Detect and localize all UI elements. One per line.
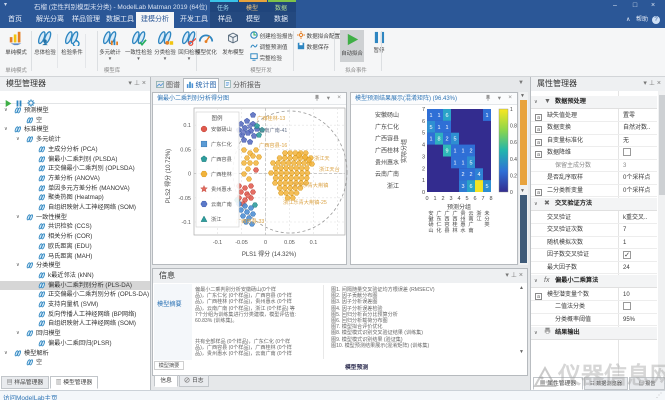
svg-text:4: 4 (477, 172, 480, 178)
svg-text:1: 1 (453, 149, 456, 155)
svg-text:云南广南: 云南广南 (375, 170, 399, 178)
svg-text:安徽砀山: 安徽砀山 (211, 125, 232, 133)
svg-text:0: 0 (264, 240, 267, 246)
svg-text:实际分组: 实际分组 (400, 139, 408, 163)
svg-text:1: 1 (461, 149, 464, 155)
svg-text:3: 3 (461, 184, 464, 190)
svg-text:0: 0 (188, 172, 191, 178)
svg-text:安徽砀山: 安徽砀山 (375, 111, 399, 119)
svg-text:广西容县-33: 广西容县-33 (236, 217, 264, 225)
svg-text:浙江乐青大荆镇-25: 浙江乐青大荆镇-25 (283, 198, 327, 206)
svg-text:5: 5 (429, 125, 432, 131)
svg-text:-0.1: -0.1 (182, 220, 191, 226)
svg-text:3: 3 (449, 196, 452, 202)
svg-text:云南广南: 云南广南 (211, 200, 232, 208)
svg-text:0.2: 0.2 (510, 173, 517, 179)
svg-text:云南广南: 云南广南 (468, 210, 473, 234)
svg-text:1: 1 (510, 107, 513, 113)
svg-text:0.6: 0.6 (510, 140, 517, 146)
svg-text:0.1: 0.1 (310, 240, 318, 246)
svg-text:6: 6 (473, 196, 476, 202)
svg-text:广东仁化: 广东仁化 (375, 123, 399, 131)
svg-text:7: 7 (422, 107, 425, 113)
svg-text:1: 1 (433, 196, 436, 202)
svg-text:5: 5 (422, 131, 425, 137)
svg-text:贵州惠水: 贵州惠水 (375, 158, 399, 166)
svg-text:浙江天台: 浙江天台 (319, 165, 340, 173)
svg-text:图例: 图例 (211, 114, 223, 122)
svg-text:1: 1 (445, 125, 448, 131)
svg-text:PLS2 得分 (10.72%): PLS2 得分 (10.72%) (164, 149, 172, 203)
svg-text:1: 1 (429, 137, 432, 143)
svg-text:1: 1 (429, 113, 432, 119)
svg-text:5: 5 (465, 196, 468, 202)
svg-text:广西桂林: 广西桂林 (452, 209, 458, 234)
svg-text:1: 1 (437, 113, 440, 119)
svg-text:贵州惠水: 贵州惠水 (460, 209, 466, 234)
svg-text:广西容县-16: 广西容县-16 (259, 141, 287, 149)
svg-text:浙江: 浙江 (476, 209, 481, 223)
svg-text:6: 6 (469, 184, 472, 190)
svg-text:4: 4 (422, 143, 425, 149)
svg-text:安徽砀山: 安徽砀山 (428, 209, 434, 234)
svg-text:未分类: 未分类 (484, 209, 489, 228)
svg-text:0: 0 (510, 190, 513, 196)
svg-text:广东仁化: 广东仁化 (436, 209, 441, 234)
svg-text:2: 2 (469, 149, 472, 155)
svg-text:2: 2 (469, 172, 472, 178)
svg-text:0: 0 (425, 196, 428, 202)
svg-text:广西容县: 广西容县 (375, 135, 399, 143)
svg-text:1: 1 (453, 160, 456, 166)
svg-text:4: 4 (457, 196, 460, 202)
svg-text:0.05: 0.05 (180, 147, 191, 153)
svg-text:6: 6 (445, 113, 448, 119)
svg-text:浙江: 浙江 (387, 182, 399, 190)
svg-text:2: 2 (445, 137, 448, 143)
svg-text:-0.1: -0.1 (213, 240, 222, 246)
svg-text:2: 2 (461, 172, 464, 178)
svg-text:8: 8 (437, 137, 440, 143)
svg-text:广西容县: 广西容县 (211, 155, 232, 163)
svg-text:1: 1 (422, 178, 425, 184)
svg-text:浙江乐青大荆镇: 浙江乐青大荆镇 (292, 181, 328, 189)
svg-text:2: 2 (422, 166, 425, 172)
svg-text:广西桂林: 广西桂林 (375, 147, 399, 155)
svg-text:0.1: 0.1 (183, 123, 191, 129)
svg-text:1: 1 (437, 125, 440, 131)
svg-text:1: 1 (485, 113, 488, 119)
svg-text:7: 7 (481, 196, 484, 202)
svg-text:1: 1 (461, 160, 464, 166)
svg-text:-0.05: -0.05 (235, 240, 248, 246)
svg-text:0.4: 0.4 (510, 157, 517, 163)
svg-text:云南广南-41: 云南广南-41 (259, 126, 287, 134)
svg-text:广西桂林-13: 广西桂林-13 (257, 114, 285, 122)
svg-text:5: 5 (485, 184, 488, 190)
svg-text:5: 5 (453, 137, 456, 143)
svg-text:广西容县: 广西容县 (444, 209, 449, 234)
svg-text:PLS1 得分 (14.32%): PLS1 得分 (14.32%) (242, 250, 296, 258)
svg-text:广东仁化: 广东仁化 (211, 140, 232, 148)
svg-text:浙江: 浙江 (211, 215, 221, 223)
svg-text:3: 3 (422, 154, 425, 160)
svg-text:贵州惠水: 贵州惠水 (211, 185, 233, 193)
svg-text:6: 6 (422, 119, 425, 125)
svg-text:预测分组: 预测分组 (447, 203, 471, 211)
svg-text:8: 8 (489, 196, 492, 202)
svg-text:9: 9 (445, 149, 448, 155)
svg-text:广西桂林: 广西桂林 (211, 170, 233, 178)
svg-text:浙江天: 浙江天 (314, 154, 330, 162)
svg-text:5: 5 (469, 160, 472, 166)
svg-text:0.05: 0.05 (284, 240, 295, 246)
svg-text:0.8: 0.8 (510, 124, 517, 130)
svg-text:-0.05: -0.05 (178, 196, 191, 202)
svg-text:2: 2 (441, 196, 444, 202)
